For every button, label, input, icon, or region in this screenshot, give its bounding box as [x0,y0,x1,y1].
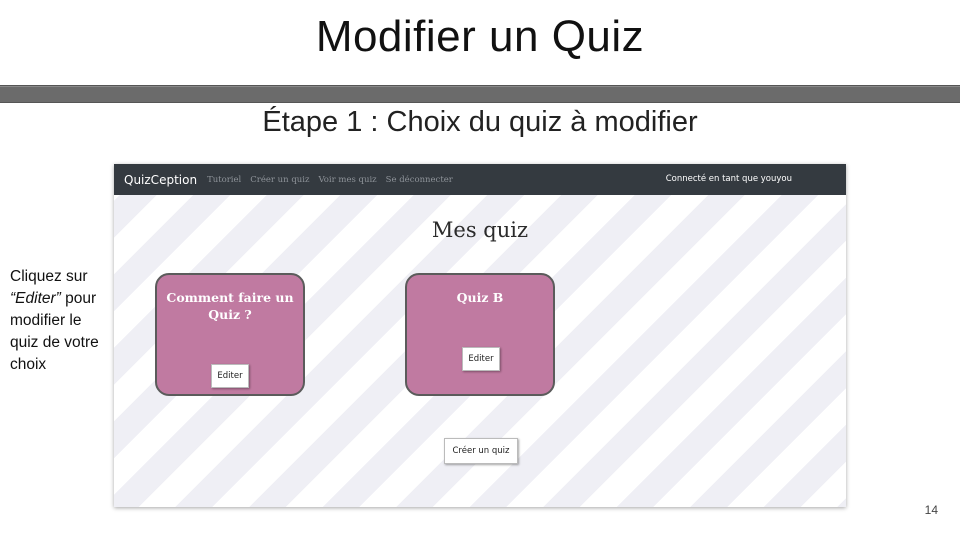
instruction-line-4: quiz de votre [10,334,99,351]
navbar: QuizCeption Tutoriel Créer un quiz Voir … [114,164,846,195]
instruction-line-3: modifier le [10,312,82,329]
quiz-title-line-1: Comment faire un [166,290,294,305]
user-status: Connecté en tant que youyou [665,174,792,184]
instruction-line-2: pour [60,290,97,307]
nav-link-voir-quiz[interactable]: Voir mes quiz [318,175,376,185]
quiz-card-title: Comment faire un Quiz ? [157,289,303,323]
page-number: 14 [924,503,938,517]
edit-button[interactable]: Editer [211,364,249,388]
quiz-card: Quiz B Editer [405,273,555,396]
instruction-editer-quote: “Editer” [10,290,61,307]
app-screenshot: QuizCeption Tutoriel Créer un quiz Voir … [114,164,846,507]
slide-subtitle: Étape 1 : Choix du quiz à modifier [262,106,698,138]
quiz-card-title: Quiz B [407,289,553,306]
title-divider [0,85,960,103]
slide-title: Modifier un Quiz [315,12,645,61]
instruction-line-1: Cliquez sur [10,268,88,285]
quiz-card: Comment faire un Quiz ? Editer [155,273,305,396]
quiz-title-line-2: Quiz ? [208,307,252,322]
quiz-title-line-1: Quiz B [456,290,504,305]
create-quiz-button[interactable]: Créer un quiz [444,438,518,464]
edit-button[interactable]: Editer [462,347,500,371]
nav-link-tutoriel[interactable]: Tutoriel [207,175,241,185]
nav-link-deconnecter[interactable]: Se déconnecter [386,175,453,185]
instruction-line-5: choix [10,356,47,373]
instruction-text: Cliquez sur “Editer” pour modifier le qu… [10,266,122,376]
page-heading: Mes quiz [431,218,529,242]
nav-link-creer-quiz[interactable]: Créer un quiz [250,175,309,185]
nav-brand[interactable]: QuizCeption [124,173,197,187]
